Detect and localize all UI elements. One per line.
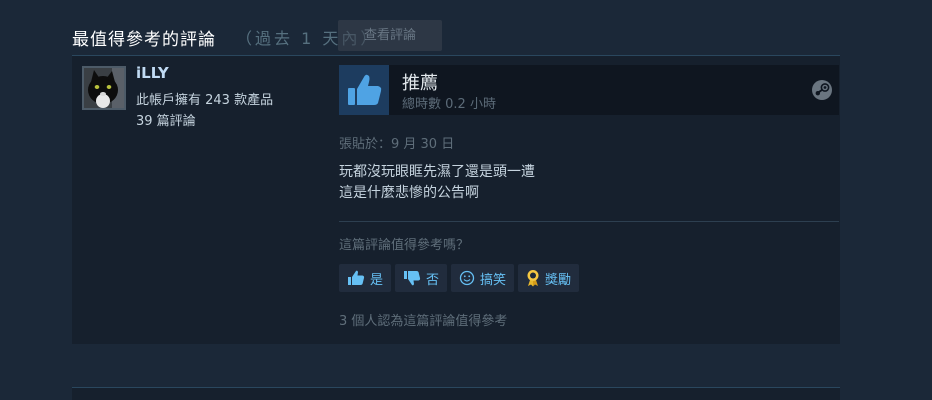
vote-header[interactable]: 推薦 總時數 0.2 小時: [339, 65, 839, 115]
thumbs-up-icon: [348, 270, 365, 285]
vote-no-label: 否: [426, 272, 440, 288]
section-header: 最值得參考的評論 （過去 1 天內）: [72, 22, 379, 52]
author-avatar[interactable]: [82, 66, 126, 110]
view-reviews-button[interactable]: 查看評論: [338, 20, 442, 51]
award-label: 獎勵: [545, 272, 572, 288]
smiley-icon: [459, 270, 475, 286]
review-card: iLLY 此帳戶擁有 243 款產品 39 篇評論 推薦 總時數 0.2 小時 …: [72, 56, 840, 344]
review-line: 玩都沒玩眼眶先濕了還是頭一遭: [339, 164, 535, 180]
section-title: 最值得參考的評論: [72, 29, 216, 50]
vote-no-button[interactable]: 否: [395, 264, 448, 292]
review-body: 玩都沒玩眼眶先濕了還是頭一遭 這是什麼悲慘的公告啊: [339, 162, 535, 204]
award-medal-icon: [527, 270, 539, 287]
vote-buttons: 是 否 搞笑 獎勵: [339, 264, 580, 292]
vote-funny-label: 搞笑: [480, 272, 507, 288]
verdict-label: 推薦: [402, 73, 438, 94]
helpful-question: 這篇評論值得參考嗎？: [339, 238, 470, 253]
thumbs-down-icon: [404, 271, 421, 286]
review-line: 這是什麼悲慘的公告啊: [339, 185, 479, 201]
posted-date: 張貼於：9 月 30 日: [339, 137, 455, 152]
next-review-card: [72, 388, 840, 400]
black-cat-avatar-icon: [84, 68, 124, 108]
helpful-count: 3 個人認為這篇評論值得參考: [339, 314, 508, 329]
author-review-count[interactable]: 39 篇評論: [136, 110, 196, 129]
hours-played: 總時數 0.2 小時: [402, 97, 496, 112]
steam-logo-icon: [812, 80, 832, 100]
award-button[interactable]: 獎勵: [518, 264, 580, 292]
author-name[interactable]: iLLY: [136, 64, 169, 82]
vote-funny-button[interactable]: 搞笑: [451, 264, 515, 292]
review-divider: [339, 221, 839, 222]
vote-yes-label: 是: [370, 272, 384, 288]
thumbs-up-icon: [339, 65, 389, 115]
vote-yes-button[interactable]: 是: [339, 264, 392, 292]
owned-games-count[interactable]: 此帳戶擁有 243 款產品: [136, 89, 273, 108]
